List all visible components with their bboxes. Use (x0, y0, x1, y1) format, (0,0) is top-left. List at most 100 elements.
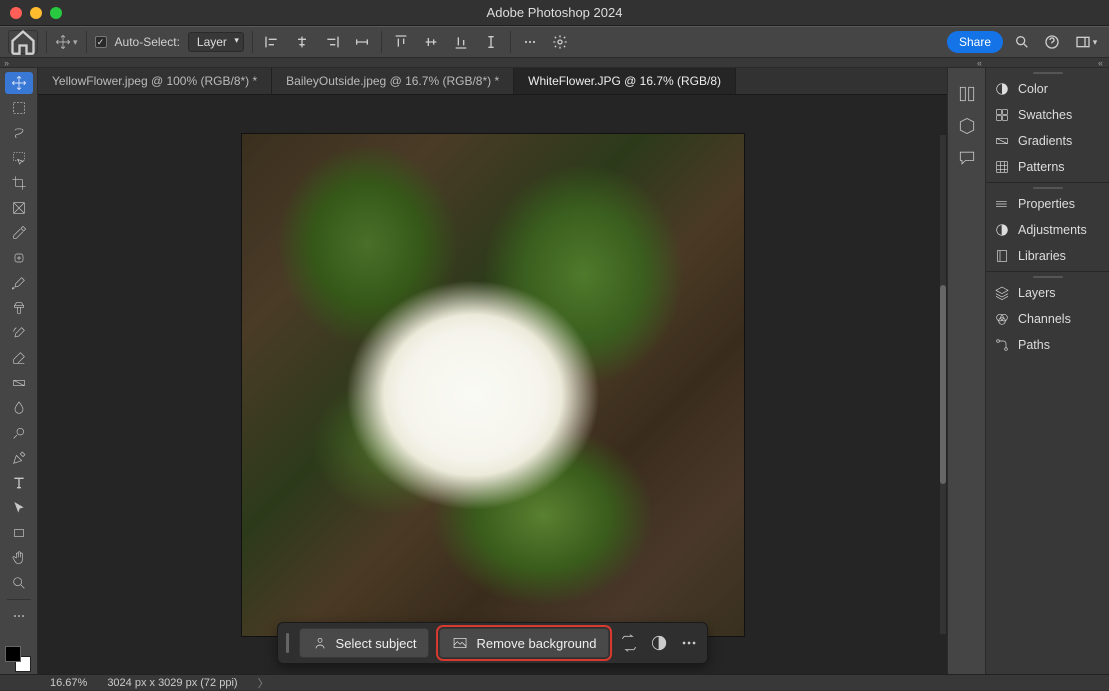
canvas-viewport[interactable]: Select subject Remove background (38, 95, 947, 674)
3d-mode-button[interactable] (549, 31, 571, 53)
panel-label: Swatches (1018, 108, 1072, 122)
crop-tool[interactable] (5, 172, 33, 194)
more-align-button[interactable] (519, 31, 541, 53)
divider (252, 31, 253, 53)
canvas[interactable] (241, 133, 745, 637)
document-dimensions: 3024 px x 3029 px (72 ppi) (107, 677, 237, 689)
share-button[interactable]: Share (947, 31, 1003, 53)
align-center-h-button[interactable] (291, 31, 313, 53)
right-icon-column (947, 68, 985, 674)
minimize-window-button[interactable] (30, 7, 42, 19)
document-tab[interactable]: BaileyOutside.jpeg @ 16.7% (RGB/8*) * (272, 68, 514, 94)
gradients-icon (994, 133, 1010, 149)
divider (46, 31, 47, 53)
gradient-tool[interactable] (5, 372, 33, 394)
divider (510, 31, 511, 53)
move-tool[interactable] (5, 72, 33, 94)
clone-stamp-tool[interactable] (5, 297, 33, 319)
image-whiteflower (241, 133, 745, 637)
status-more-icon[interactable]: 〉 (258, 675, 269, 691)
frame-tool[interactable] (5, 197, 33, 219)
person-icon (312, 635, 328, 651)
panel-patterns[interactable]: Patterns (986, 154, 1109, 180)
auto-select-checkbox[interactable] (95, 36, 107, 48)
panel-label: Patterns (1018, 160, 1065, 174)
dodge-tool[interactable] (5, 422, 33, 444)
select-subject-button[interactable]: Select subject (299, 628, 430, 658)
align-left-button[interactable] (261, 31, 283, 53)
toolbar-collapse-toggle[interactable]: » (0, 58, 9, 68)
align-top-button[interactable] (390, 31, 412, 53)
document-tab[interactable]: WhiteFlower.JPG @ 16.7% (RGB/8) (514, 68, 736, 94)
panel-channels[interactable]: Channels (986, 306, 1109, 332)
hand-tool[interactable] (5, 547, 33, 569)
marquee-tool[interactable] (5, 97, 33, 119)
type-tool[interactable] (5, 472, 33, 494)
panel-gradients[interactable]: Gradients (986, 128, 1109, 154)
panel-color[interactable]: Color (986, 76, 1109, 102)
swatches-icon (994, 107, 1010, 123)
lasso-tool[interactable] (5, 122, 33, 144)
close-window-button[interactable] (10, 7, 22, 19)
panel-collapse-toggle-2[interactable]: « (1098, 58, 1103, 68)
panel-adjustments[interactable]: Adjustments (986, 217, 1109, 243)
blur-tool[interactable] (5, 397, 33, 419)
panel-label: Properties (1018, 197, 1075, 211)
workspace-icon (1075, 34, 1091, 50)
edit-toolbar-button[interactable] (5, 605, 33, 627)
path-selection-tool[interactable] (5, 497, 33, 519)
zoom-tool[interactable] (5, 572, 33, 594)
align-bottom-button[interactable] (450, 31, 472, 53)
history-brush-tool[interactable] (5, 322, 33, 344)
healing-brush-tool[interactable] (5, 247, 33, 269)
distribute-v-button[interactable] (480, 31, 502, 53)
document-tab-bar: YellowFlower.jpeg @ 100% (RGB/8*) * Bail… (38, 68, 947, 95)
align-right-button[interactable] (321, 31, 343, 53)
panel-layers[interactable]: Layers (986, 280, 1109, 306)
help-button[interactable] (1041, 31, 1063, 53)
panel-label: Layers (1018, 286, 1056, 300)
brush-tool[interactable] (5, 272, 33, 294)
workspace-switcher[interactable]: ▾ (1071, 31, 1101, 53)
remove-background-button[interactable]: Remove background (439, 628, 609, 658)
fullscreen-window-button[interactable] (50, 7, 62, 19)
transform-button[interactable] (619, 633, 639, 653)
more-options-button[interactable] (679, 633, 699, 653)
panel-paths[interactable]: Paths (986, 332, 1109, 358)
distribute-h-button[interactable] (351, 31, 373, 53)
learn-panel-icon[interactable] (957, 84, 977, 104)
titlebar: Adobe Photoshop 2024 (0, 0, 1109, 26)
panel-toggle-row: » « « (0, 58, 1109, 68)
contextual-task-bar: Select subject Remove background (277, 622, 709, 664)
options-bar: ▾ Auto-Select: Layer Share ▾ (0, 26, 1109, 58)
home-button[interactable] (8, 30, 38, 54)
adjustment-button[interactable] (649, 633, 669, 653)
panel-libraries[interactable]: Libraries (986, 243, 1109, 269)
object-selection-tool[interactable] (5, 147, 33, 169)
panel-collapse-toggle-1[interactable]: « (977, 58, 982, 68)
drag-handle[interactable] (286, 633, 289, 653)
panel-swatches[interactable]: Swatches (986, 102, 1109, 128)
move-tool-indicator[interactable]: ▾ (55, 34, 78, 50)
pen-tool[interactable] (5, 447, 33, 469)
help-icon (1044, 34, 1060, 50)
foreground-color-swatch[interactable] (5, 646, 21, 662)
comments-panel-icon[interactable] (957, 148, 977, 168)
zoom-level[interactable]: 16.67% (50, 677, 87, 689)
vertical-scrollbar[interactable] (940, 135, 946, 634)
chevron-down-icon: ▾ (73, 37, 78, 48)
window-controls (0, 7, 62, 19)
panel-label: Color (1018, 82, 1048, 96)
foreground-background-colors[interactable] (5, 646, 31, 672)
eraser-tool[interactable] (5, 347, 33, 369)
move-icon (55, 34, 71, 50)
document-tab[interactable]: YellowFlower.jpeg @ 100% (RGB/8*) * (38, 68, 272, 94)
panel-properties[interactable]: Properties (986, 191, 1109, 217)
search-button[interactable] (1011, 31, 1033, 53)
auto-select-dropdown[interactable]: Layer (188, 32, 244, 52)
eyedropper-tool[interactable] (5, 222, 33, 244)
align-center-v-button[interactable] (420, 31, 442, 53)
panel-label: Paths (1018, 338, 1050, 352)
rectangle-tool[interactable] (5, 522, 33, 544)
libraries-panel-icon[interactable] (957, 116, 977, 136)
